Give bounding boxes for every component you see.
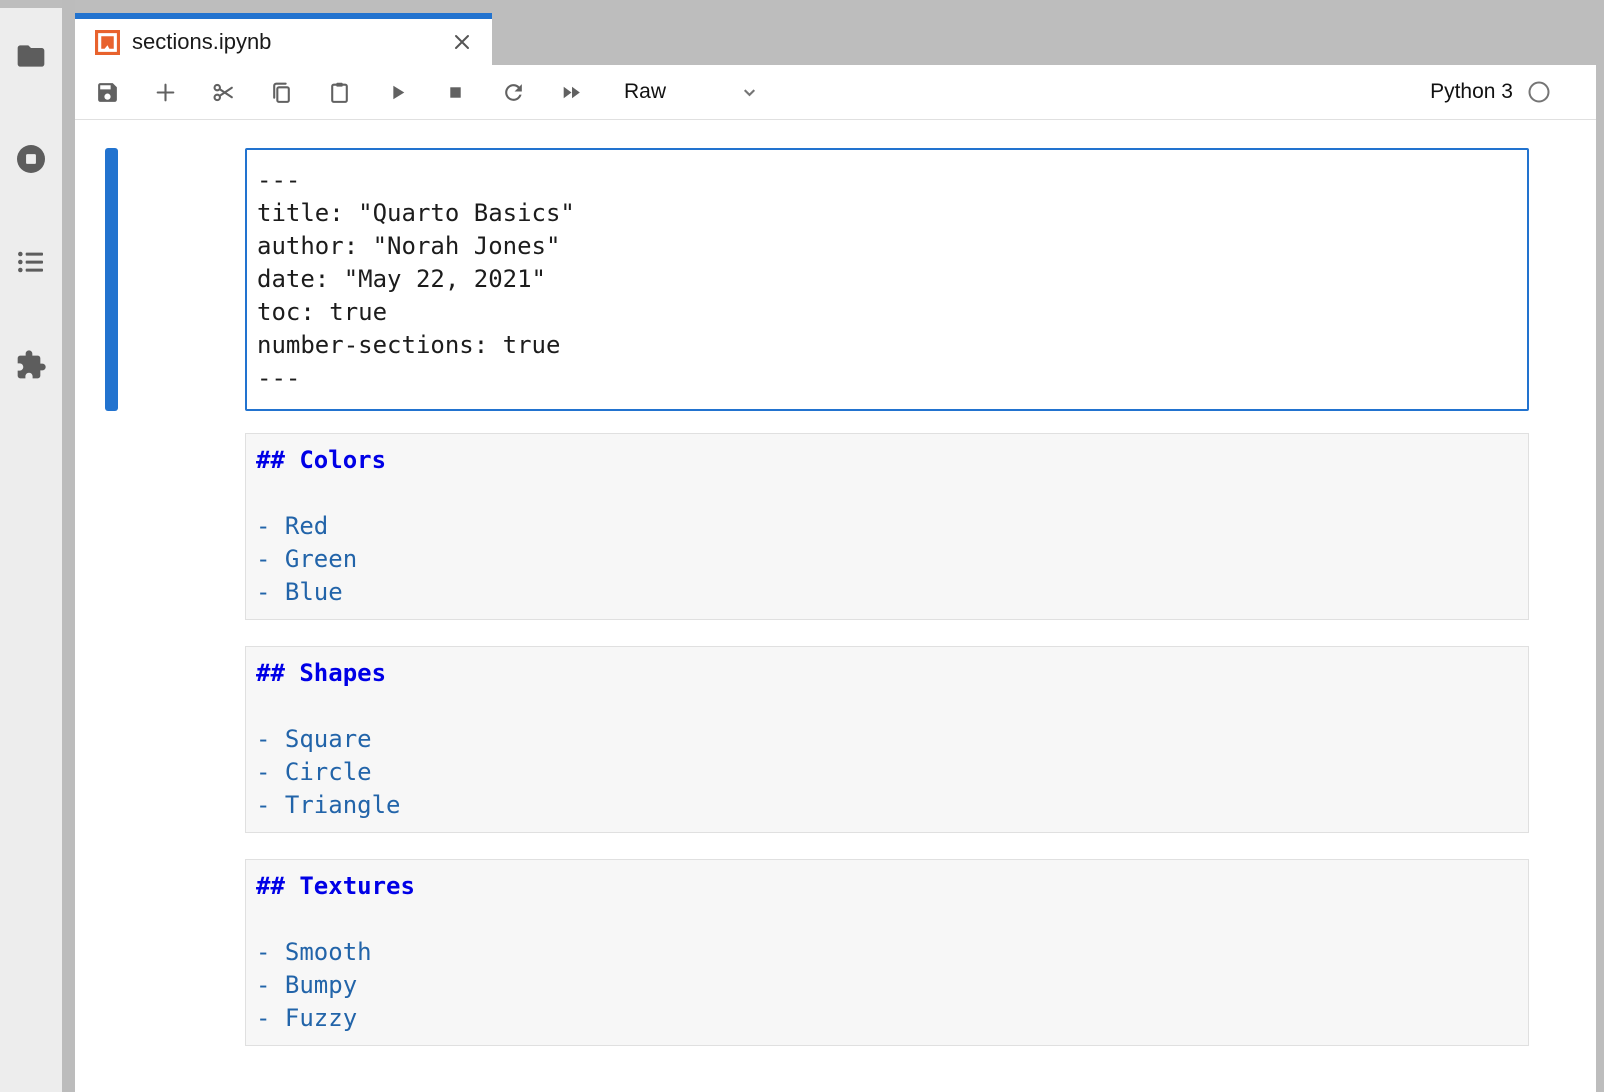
cell-prompt [118, 859, 245, 1046]
markdown-cell: ## Colors - Red- Green- Blue [75, 433, 1596, 620]
code-line: --- [257, 164, 1517, 197]
cell-collapser[interactable] [105, 646, 118, 833]
notebook-panel: Raw Python 3 ---title: "Quarto Basics"au… [75, 65, 1596, 1092]
run-cell-button[interactable] [368, 65, 426, 119]
code-line [256, 690, 1518, 723]
kernel-idle-circle-icon [1527, 80, 1551, 104]
cell-collapser[interactable] [105, 148, 118, 411]
kernel-name: Python 3 [1430, 80, 1513, 104]
raw-cell: ---title: "Quarto Basics"author: "Norah … [75, 148, 1596, 411]
notebook-icon [95, 30, 120, 55]
cell-prompt [118, 148, 245, 411]
sidebar-item-table-of-contents[interactable] [15, 246, 47, 278]
paste-cells-button[interactable] [310, 65, 368, 119]
code-line: - Circle [256, 756, 1518, 789]
notebook-cells: ---title: "Quarto Basics"author: "Norah … [75, 120, 1596, 1046]
markdown-cell: ## Shapes - Square- Circle- Triangle [75, 646, 1596, 833]
cell-type-value: Raw [624, 80, 666, 104]
puzzle-icon [15, 349, 47, 381]
cell-collapser[interactable] [105, 433, 118, 620]
interrupt-kernel-button[interactable] [426, 65, 484, 119]
code-line: - Blue [256, 576, 1518, 609]
code-line: - Smooth [256, 936, 1518, 969]
insert-cell-below-button[interactable] [136, 65, 194, 119]
code-line: - Bumpy [256, 969, 1518, 1002]
markdown-cell: ## Textures - Smooth- Bumpy- Fuzzy [75, 859, 1596, 1046]
code-line: title: "Quarto Basics" [257, 197, 1517, 230]
sidebar-item-running-sessions[interactable] [15, 143, 47, 175]
code-line: - Triangle [256, 789, 1518, 822]
code-line: - Square [256, 723, 1518, 756]
sidebar-item-file-browser[interactable] [15, 40, 47, 72]
stop-circle-icon [15, 143, 47, 175]
code-line: ## Colors [256, 444, 1518, 477]
save-button[interactable] [78, 65, 136, 119]
restart-kernel-button[interactable] [484, 65, 542, 119]
close-icon[interactable] [450, 30, 474, 54]
chevron-down-icon [738, 81, 761, 104]
tab-title: sections.ipynb [132, 29, 450, 55]
paste-icon [327, 80, 352, 105]
window-right-edge [1596, 0, 1604, 1092]
code-line: ## Shapes [256, 657, 1518, 690]
cell-editor[interactable]: ## Shapes - Square- Circle- Triangle [245, 646, 1529, 833]
activity-sidebar [0, 8, 62, 1092]
code-line: - Green [256, 543, 1518, 576]
run-icon [385, 80, 410, 105]
code-line: number-sections: true [257, 329, 1517, 362]
code-line: - Fuzzy [256, 1002, 1518, 1035]
copy-cells-button[interactable] [252, 65, 310, 119]
cut-cells-button[interactable] [194, 65, 252, 119]
plus-icon [153, 80, 178, 105]
copy-icon [269, 80, 294, 105]
tab-sections-ipynb[interactable]: sections.ipynb [75, 13, 492, 65]
code-line: toc: true [257, 296, 1517, 329]
cell-type-dropdown[interactable]: Raw [624, 80, 761, 104]
cut-icon [211, 80, 236, 105]
cell-prompt [118, 433, 245, 620]
list-icon [15, 246, 47, 278]
cell-editor[interactable]: ---title: "Quarto Basics"author: "Norah … [245, 148, 1529, 411]
sidebar-item-extension-manager[interactable] [15, 349, 47, 381]
code-line: author: "Norah Jones" [257, 230, 1517, 263]
sidebar-divider [62, 0, 75, 1092]
kernel-indicator[interactable]: Python 3 [1430, 80, 1596, 104]
fast-forward-icon [559, 80, 584, 105]
code-line: ## Textures [256, 870, 1518, 903]
cell-editor[interactable]: ## Colors - Red- Green- Blue [245, 433, 1529, 620]
cell-editor[interactable]: ## Textures - Smooth- Bumpy- Fuzzy [245, 859, 1529, 1046]
save-icon [95, 80, 120, 105]
folder-icon [15, 40, 47, 72]
restart-icon [501, 80, 526, 105]
notebook-toolbar: Raw Python 3 [75, 65, 1596, 120]
cell-collapser[interactable] [105, 859, 118, 1046]
code-line: - Red [256, 510, 1518, 543]
code-line [256, 903, 1518, 936]
code-line: --- [257, 362, 1517, 395]
code-line: date: "May 22, 2021" [257, 263, 1517, 296]
cell-prompt [118, 646, 245, 833]
restart-run-all-button[interactable] [542, 65, 600, 119]
code-line [256, 477, 1518, 510]
stop-icon [443, 80, 468, 105]
